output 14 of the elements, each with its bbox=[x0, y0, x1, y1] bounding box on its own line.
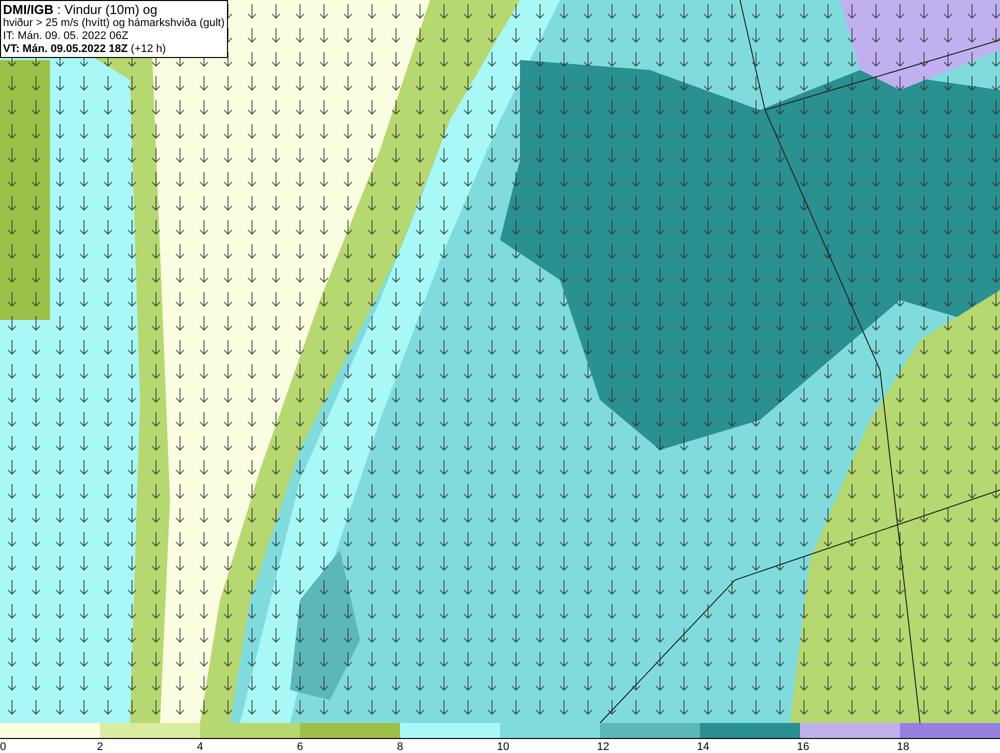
legend-label: 6 bbox=[297, 741, 304, 753]
legend-label: 14 bbox=[697, 741, 710, 753]
title-text: hviður > 25 m/s (hvítt) og hámarkshviða (gult) bbox=[3, 17, 225, 30]
legend-label: 8 bbox=[397, 741, 404, 753]
title-text: DMI/IGB : Vindur (10m) og bbox=[3, 2, 158, 17]
legend-label: 0 bbox=[0, 741, 6, 753]
legend-label: 2 bbox=[97, 741, 104, 753]
legend-label: 12 bbox=[597, 741, 610, 753]
legend-label: 10 bbox=[497, 741, 510, 753]
title-text: VT: Mán. 09.05.2022 18Z (+12 h) bbox=[3, 43, 167, 56]
legend-label: 16 bbox=[797, 741, 810, 753]
legend-label: 4 bbox=[197, 741, 204, 753]
title-text: IT: Mán. 09. 05. 2022 06Z bbox=[3, 30, 130, 43]
legend-label: 18 bbox=[897, 741, 910, 753]
